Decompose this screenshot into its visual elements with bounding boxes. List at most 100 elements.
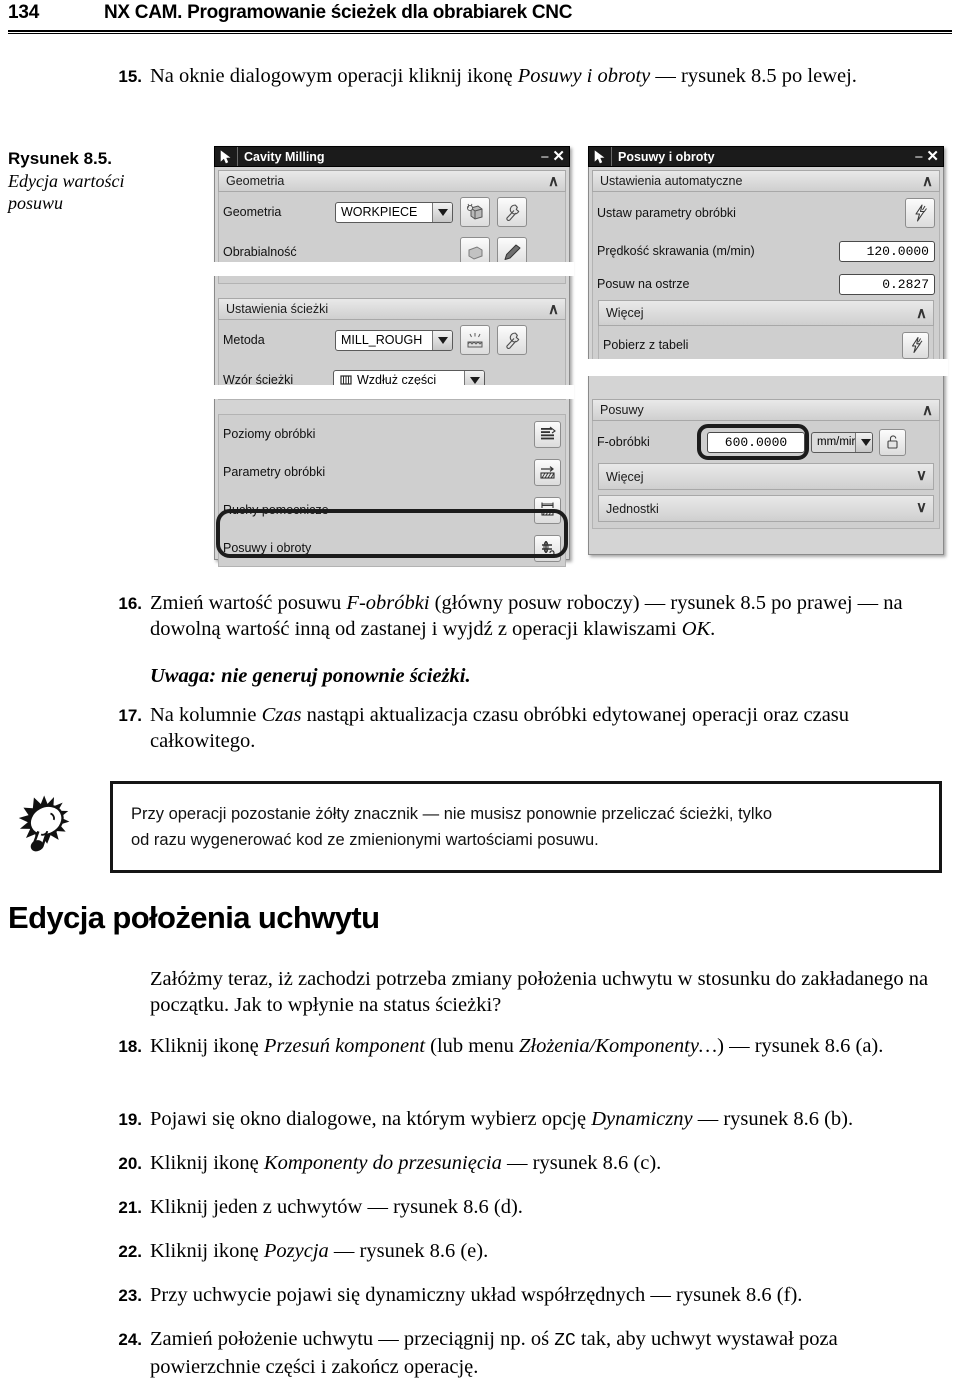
chevron-down-icon[interactable] xyxy=(855,432,872,452)
step-17-body: Na kolumnie Czas nastąpi aktualizacja cz… xyxy=(150,702,908,754)
lightning-icon-button[interactable] xyxy=(902,331,929,359)
chevron-down-icon[interactable] xyxy=(432,330,452,350)
row-ustaw-parametry[interactable]: Ustaw parametry obróbki xyxy=(593,192,939,234)
row-geometria: Geometria WORKPIECE xyxy=(219,192,565,232)
figure-caption: Rysunek 8.5. Edycja wartości posuwu xyxy=(8,148,198,214)
feed-units-combo[interactable]: mm/mir xyxy=(811,431,873,453)
chevron-down-icon[interactable] xyxy=(432,202,452,222)
tip-line-1: Przy operacji pozostanie żółty znacznik … xyxy=(131,805,773,823)
feed-cut-input[interactable]: 600.0000 xyxy=(707,431,805,453)
row-parametry-obrobki-label: Parametry obróbki xyxy=(223,465,326,479)
dialog-cavity-milling-body: Geometria ∧ Geometria WORKPIECE Obrabial… xyxy=(210,167,574,567)
method-edit-icon-button[interactable] xyxy=(460,325,490,355)
step-18-text-3: ) — rysunek 8.6 (a). xyxy=(717,1035,884,1057)
group-header-geometria[interactable]: Geometria ∧ xyxy=(218,170,566,192)
close-icon[interactable]: ✕ xyxy=(552,149,565,164)
step-16-note-text: Uwaga: nie generuj ponownie ścieżki. xyxy=(150,665,471,687)
dialog-posuwy-titlebar[interactable]: Posuwy i obroty – ✕ xyxy=(588,146,944,167)
page-title: Edycja położenia uchwytu xyxy=(8,900,380,935)
row-posuwy-i-obroty-label: Posuwy i obroty xyxy=(223,541,312,555)
non-cutting-moves-icon-button[interactable] xyxy=(534,496,561,524)
group-header-posuwy-label: Posuwy xyxy=(600,403,644,417)
step-21-body: Kliknij jeden z uchwytów — rysunek 8.6 (… xyxy=(150,1194,908,1220)
chevron-down-icon[interactable]: ∨ xyxy=(916,499,927,516)
cut-levels-icon-button[interactable] xyxy=(534,420,561,448)
group-header-ustawienia-sciezki-label: Ustawienia ścieżki xyxy=(226,302,329,316)
dialog-posuwy-i-obroty[interactable]: Posuwy i obroty – ✕ Ustawienia automatyc… xyxy=(584,146,948,555)
step-15-text-1: Na oknie dialogowym operacji kliknij iko… xyxy=(150,65,518,87)
row-parametry-obrobki[interactable]: Parametry obróbki xyxy=(219,453,565,491)
step-21-text-1: Kliknij jeden z uchwytów — rysunek 8.6 (… xyxy=(150,1196,523,1218)
step-21-number: 21. xyxy=(118,1198,142,1217)
dialog-cavity-milling[interactable]: Cavity Milling – ✕ Geometria ∧ Geometria… xyxy=(210,146,574,567)
figure-cut-strip-3 xyxy=(584,359,948,376)
step-16-text-1: Zmień wartość posuwu xyxy=(150,592,347,614)
group-header-geometria-label: Geometria xyxy=(226,174,285,188)
method-combo-value: MILL_ROUGH xyxy=(341,333,423,347)
cutting-speed-input[interactable]: 120.0000 xyxy=(839,240,935,262)
step-20-body: Kliknij ikonę Komponenty do przesunięcia… xyxy=(150,1150,908,1176)
wrench-icon-button[interactable] xyxy=(497,197,527,227)
tip-line-2: od razu wygenerować kod ze zmienionymi w… xyxy=(131,831,599,849)
group-header-jednostki-label: Jednostki xyxy=(606,501,659,516)
figure-caption-line-2: posuwu xyxy=(8,193,64,213)
minimize-icon[interactable]: – xyxy=(915,149,922,163)
step-18-number: 18. xyxy=(118,1037,142,1056)
lightning-icon-button[interactable] xyxy=(905,198,935,228)
chevron-up-icon[interactable]: ∧ xyxy=(922,173,933,190)
step-18-text-1: Kliknij ikonę xyxy=(150,1035,264,1057)
dialog-cavity-milling-titlebar[interactable]: Cavity Milling – ✕ xyxy=(214,146,570,167)
chevron-down-icon[interactable]: ∨ xyxy=(916,467,927,484)
chevron-up-icon[interactable]: ∧ xyxy=(548,301,559,318)
group-header-ustawienia-automatyczne-label: Ustawienia automatyczne xyxy=(600,174,743,188)
group-header-ustawienia-automatyczne[interactable]: Ustawienia automatyczne ∧ xyxy=(592,170,940,192)
step-24-text-1: Zamień położenie uchwytu — przeciągnij n… xyxy=(150,1328,555,1350)
group-header-wiecej-2[interactable]: Więcej ∨ xyxy=(598,463,934,490)
group-header-jednostki[interactable]: Jednostki ∨ xyxy=(598,495,934,522)
step-16-italic-1: F-obróbki xyxy=(346,592,430,614)
chevron-up-icon[interactable]: ∧ xyxy=(548,173,559,190)
dialog-posuwy-body: Ustawienia automatyczne ∧ Ustaw parametr… xyxy=(584,167,948,555)
chevron-up-icon[interactable]: ∧ xyxy=(916,305,927,322)
step-18-body: Kliknij ikonę Przesuń komponent (lub men… xyxy=(150,1033,908,1059)
group-header-wiecej-1[interactable]: Więcej ∧ xyxy=(598,300,934,326)
page-header-title: NX CAM. Programowanie ścieżek dla obrabi… xyxy=(104,2,573,23)
step-22-number: 22. xyxy=(118,1242,142,1261)
group-header-posuwy[interactable]: Posuwy ∧ xyxy=(592,399,940,421)
step-20-italic-1: Komponenty do przesunięcia xyxy=(263,1152,502,1174)
geometry-combo-value: WORKPIECE xyxy=(341,205,418,219)
row-posuwy-i-obroty[interactable]: Posuwy i obroty xyxy=(219,529,565,567)
wrench-icon-button[interactable] xyxy=(497,325,527,355)
step-20-text-2: — rysunek 8.6 (c). xyxy=(501,1152,662,1174)
step-24-body: Zamień położenie uchwytu — przeciągnij n… xyxy=(150,1326,938,1380)
row-ruchy-pomocnicze[interactable]: Ruchy pomocnicze xyxy=(219,491,565,529)
group-header-ustawienia-sciezki[interactable]: Ustawienia ścieżki ∧ xyxy=(218,298,566,320)
row-pobierz-z-tabeli-label: Pobierz z tabeli xyxy=(603,338,689,352)
close-icon[interactable]: ✕ xyxy=(926,149,939,164)
page-header: 134 NX CAM. Programowanie ścieżek dla ob… xyxy=(0,0,960,40)
cutting-params-icon-button[interactable] xyxy=(534,458,561,486)
lightbulb-tip-icon xyxy=(6,786,86,866)
cursor-icon xyxy=(215,147,238,166)
unlock-icon-button[interactable] xyxy=(879,428,906,456)
step-22-body: Kliknij ikonę Pozycja — rysunek 8.6 (e). xyxy=(150,1238,908,1264)
dialog-cavity-milling-title: Cavity Milling xyxy=(244,149,325,164)
feed-per-tooth-input[interactable]: 0.2827 xyxy=(839,273,935,295)
edit-geometry-icon-button[interactable] xyxy=(460,197,490,227)
row-poziomy-obrobki[interactable]: Poziomy obróbki xyxy=(219,415,565,453)
row-metoda-label: Metoda xyxy=(223,333,265,347)
group-body-actions: Poziomy obróbki Parametry obróbki Ruchy … xyxy=(218,414,566,567)
row-f-obrobki: F-obróbki 600.0000 mm/mir xyxy=(593,421,939,463)
row-posuw-na-ostrze-label: Posuw na ostrze xyxy=(597,277,690,291)
cutting-speed-value: 120.0000 xyxy=(866,243,929,259)
minimize-icon[interactable]: – xyxy=(541,149,548,163)
chevron-up-icon[interactable]: ∧ xyxy=(922,402,933,419)
page-number: 134 xyxy=(8,2,40,23)
method-combo[interactable]: MILL_ROUGH xyxy=(335,329,453,351)
group-header-wiecej-1-label: Więcej xyxy=(606,306,644,320)
feeds-speeds-icon-button[interactable] xyxy=(534,534,561,562)
row-predkosc-skrawania: Prędkość skrawania (m/min) 120.0000 xyxy=(593,234,939,268)
step-19-italic-1: Dynamiczny xyxy=(591,1108,693,1130)
geometry-combo[interactable]: WORKPIECE xyxy=(335,201,453,223)
step-17-number: 17. xyxy=(118,706,142,725)
